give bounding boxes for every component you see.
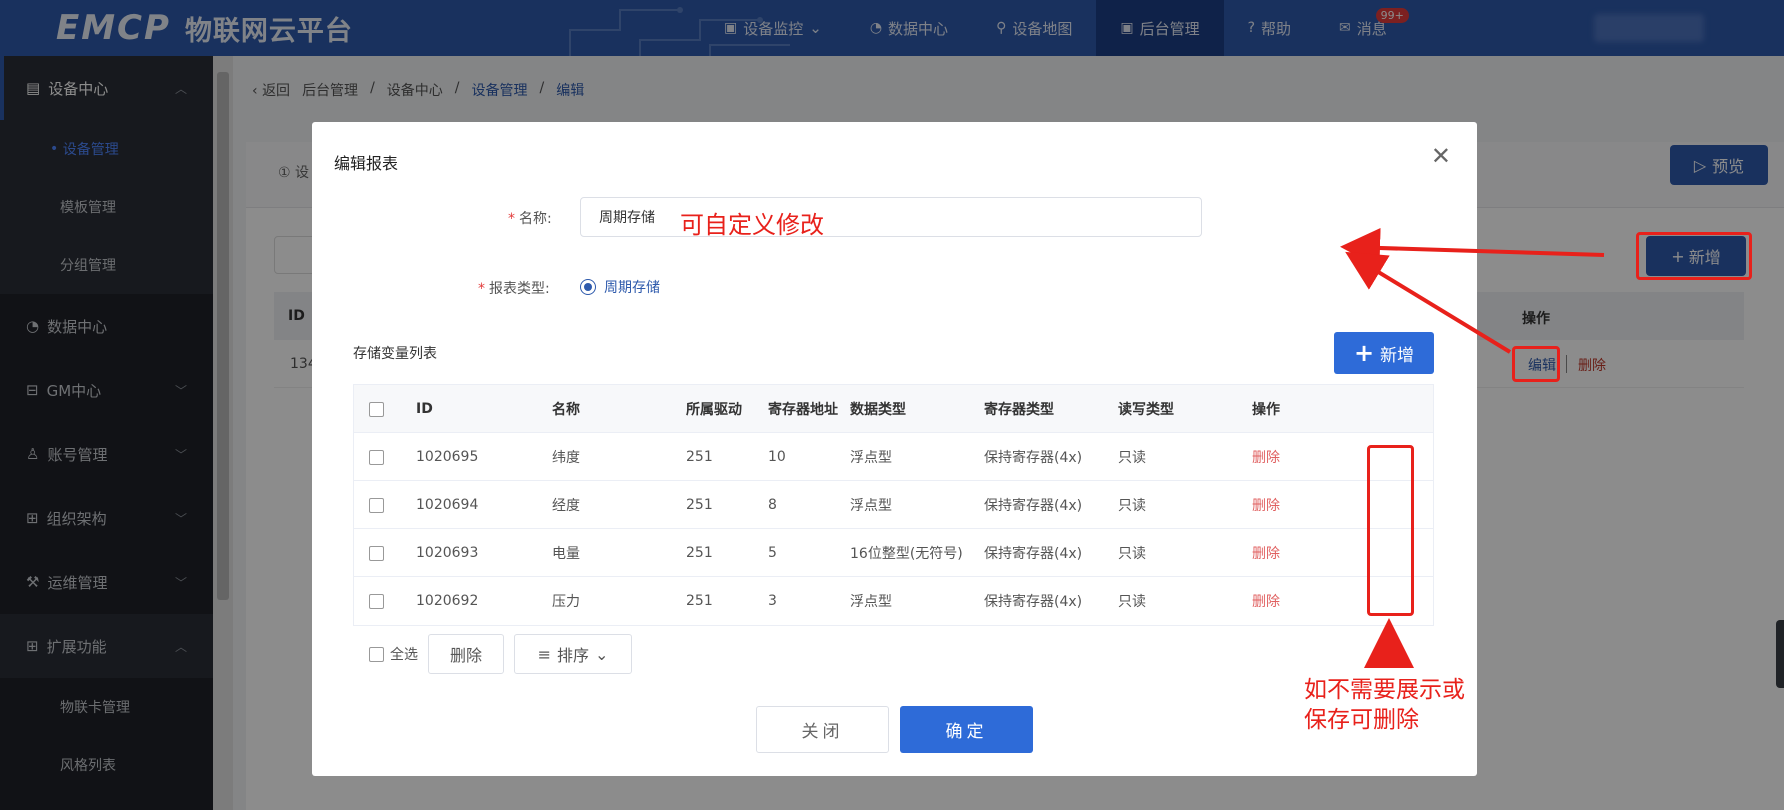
annotation-box-delete-column [1367,445,1414,616]
cell-address: 3 [768,593,777,609]
add-label: 新增 [1380,345,1415,366]
cell-id: 1020693 [416,545,479,561]
row-delete-link[interactable]: 删除 [1252,481,1280,529]
type-label-text: 报表类型: [489,281,550,297]
dialog-title: 编辑报表 [334,154,399,173]
table-row: 1020694 经度 251 8 浮点型 保持寄存器(4x) 只读 删除 [354,481,1433,529]
cell-register-type: 保持寄存器(4x) [984,450,1083,466]
cell-driver: 251 [686,593,713,609]
col-register-type: 寄存器类型 [984,402,1054,418]
cell-register-type: 保持寄存器(4x) [984,546,1083,562]
row-checkbox-cell [369,481,384,529]
row-checkbox-cell [369,577,384,625]
name-input-value: 周期存储 [599,210,655,226]
select-all-checkbox[interactable]: 全选 [369,644,418,664]
cell-register-type: 保持寄存器(4x) [984,498,1083,514]
required-mark: * [508,211,515,227]
cell-address: 10 [768,449,786,465]
cell-address: 5 [768,545,777,561]
header-checkbox[interactable] [369,401,384,417]
table-footer-tools: 全选 删除 ≡ 排序 ⌄ [369,634,632,674]
confirm-button[interactable]: 确定 [900,706,1033,753]
annotation-box-add [1636,232,1752,280]
cell-driver: 251 [686,449,713,465]
col-data-type: 数据类型 [850,402,906,418]
col-operation: 操作 [1252,402,1280,418]
sort-dropdown-button[interactable]: ≡ 排序 ⌄ [514,634,632,674]
row-checkbox[interactable] [369,545,384,561]
row-delete-link[interactable]: 删除 [1252,577,1280,625]
table-row: 1020692 压力 251 3 浮点型 保持寄存器(4x) 只读 删除 [354,577,1433,625]
annotation-custom-name: 可自定义修改 [680,211,824,239]
add-variable-button[interactable]: + 新增 [1334,332,1434,374]
cell-data-type: 16位整型(无符号) [850,546,963,562]
variable-list-title: 存储变量列表 [353,346,437,362]
cell-name: 纬度 [552,450,580,466]
cell-rw-type: 只读 [1118,594,1146,610]
table-row: 1020695 纬度 251 10 浮点型 保持寄存器(4x) 只读 删除 [354,433,1433,481]
row-checkbox[interactable] [369,449,384,465]
cell-rw-type: 只读 [1118,546,1146,562]
name-label: * 名称: [508,208,552,228]
select-all-label: 全选 [390,647,418,663]
row-checkbox[interactable] [369,593,384,609]
header-checkbox-cell [369,385,384,433]
radio-label: 周期存储 [604,280,660,296]
radio-checked-icon [580,279,596,295]
row-checkbox[interactable] [369,497,384,513]
cell-id: 1020692 [416,593,479,609]
checkbox-icon [369,646,384,662]
col-rw-type: 读写类型 [1118,402,1174,418]
table-header-row: ID 名称 所属驱动 寄存器地址 数据类型 寄存器类型 读写类型 操作 [354,385,1433,433]
cell-name: 电量 [552,546,580,562]
type-label: * 报表类型: [478,278,550,298]
cell-id: 1020694 [416,497,479,513]
cell-rw-type: 只读 [1118,498,1146,514]
annotation-box-edit [1512,346,1560,382]
name-label-text: 名称: [519,211,552,227]
close-button[interactable]: 关闭 [756,706,889,753]
row-delete-link[interactable]: 删除 [1252,529,1280,577]
annotation-delete-hint: 如不需要展示或 保存可删除 [1304,675,1465,735]
col-address: 寄存器地址 [768,402,838,418]
cell-rw-type: 只读 [1118,450,1146,466]
cell-register-type: 保持寄存器(4x) [984,594,1083,610]
row-checkbox-cell [369,433,384,481]
annotation-delete-hint-line: 如不需要展示或 [1304,677,1465,703]
col-driver: 所属驱动 [686,402,742,418]
cell-id: 1020695 [416,449,479,465]
cell-data-type: 浮点型 [850,450,892,466]
batch-delete-label: 删除 [449,646,482,665]
variable-table: ID 名称 所属驱动 寄存器地址 数据类型 寄存器类型 读写类型 操作 1020… [353,384,1434,626]
plus-icon: + [1353,339,1375,367]
table-row: 1020693 电量 251 5 16位整型(无符号) 保持寄存器(4x) 只读… [354,529,1433,577]
close-icon[interactable]: ✕ [1431,142,1451,170]
name-input[interactable]: 周期存储 [580,197,1202,237]
row-checkbox-cell [369,529,384,577]
report-type-radio[interactable]: 周期存储 [580,277,660,297]
cell-data-type: 浮点型 [850,594,892,610]
cell-driver: 251 [686,545,713,561]
row-delete-link[interactable]: 删除 [1252,433,1280,481]
cell-driver: 251 [686,497,713,513]
sort-icon: ≡ [537,644,551,664]
chevron-down-icon: ⌄ [595,644,609,664]
cell-address: 8 [768,497,777,513]
cell-name: 压力 [552,594,580,610]
col-id: ID [416,401,433,417]
cell-name: 经度 [552,498,580,514]
edit-report-dialog: 编辑报表 ✕ * 名称: 周期存储 * 报表类型: 周期存储 存储变量列表 + 新增… [312,122,1477,776]
annotation-delete-hint-line: 保存可删除 [1304,707,1419,733]
batch-delete-button[interactable]: 删除 [428,634,504,674]
required-mark: * [478,281,485,297]
col-name: 名称 [552,402,580,418]
cell-data-type: 浮点型 [850,498,892,514]
sort-label: 排序 [556,646,589,665]
